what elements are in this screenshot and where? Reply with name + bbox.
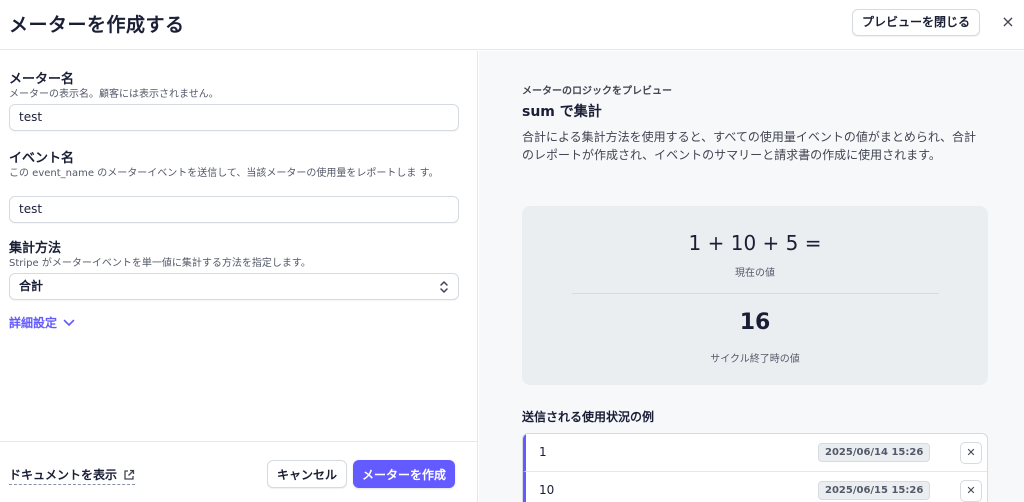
advanced-settings-toggle[interactable]: 詳細設定 xyxy=(9,314,75,331)
aggregation-help: Stripe がメーターイベントを単一値に集計する方法を指定します。 xyxy=(9,258,311,269)
preview-heading: sum で集計 xyxy=(522,104,602,120)
event-name-help: この event_name のメーターイベントを送信して、当該メーターの使用量を… xyxy=(9,168,439,179)
preview-description: 合計による集計方法を使用すると、すべての使用量イベントの値がまとめられ、合計のレ… xyxy=(522,130,976,162)
view-docs-link[interactable]: ドキュメントを表示 xyxy=(9,466,136,485)
current-value-caption: 現在の値 xyxy=(735,268,775,279)
calculation-box: 1 + 10 + 5 = 現在の値 16 サイクル終了時の値 xyxy=(522,206,988,385)
close-preview-button[interactable]: プレビューを閉じる xyxy=(852,9,981,36)
chevron-down-icon xyxy=(63,319,75,326)
divider xyxy=(572,293,939,294)
aggregation-label: 集計方法 xyxy=(9,241,62,256)
cycle-total: 16 xyxy=(739,310,771,335)
external-link-icon xyxy=(124,469,135,480)
examples-title: 送信される使用状況の例 xyxy=(522,410,655,424)
aggregation-field: 集計方法 Stripe がメーターイベントを単一値に集計する方法を指定します。 xyxy=(9,237,459,271)
meter-form-panel: メーター名 メーターの表示名。顧客には表示されません。 test イベント名 こ… xyxy=(0,51,478,502)
meter-name-help: メーターの表示名。顧客には表示されません。 xyxy=(9,89,219,100)
meter-name-label: メーター名 xyxy=(9,72,75,87)
timestamp-badge: 2025/06/15 15:26 xyxy=(818,481,931,500)
event-name-field: イベント名 この event_name のメーターイベントを送信して、当該メータ… xyxy=(9,147,459,181)
advanced-settings-label: 詳細設定 xyxy=(9,316,58,330)
view-docs-label: ドキュメントを表示 xyxy=(9,468,118,482)
aggregation-select-value: 合計 xyxy=(19,279,44,293)
top-header: メーターを作成する プレビューを閉じる × xyxy=(0,0,1024,50)
form-footer: ドキュメントを表示 キャンセル メーターを作成 xyxy=(0,441,478,502)
usage-value: 10 xyxy=(539,483,555,497)
page-title: メーターを作成する xyxy=(9,14,185,36)
meter-name-field: メーター名 メーターの表示名。顧客には表示されません。 xyxy=(9,68,459,102)
preview-panel: メーターのロジックをプレビュー sum で集計 合計による集計方法を使用すると、… xyxy=(479,51,1024,502)
usage-value: 1 xyxy=(539,445,547,459)
close-icon[interactable]: × xyxy=(998,12,1018,32)
meter-name-input[interactable]: test xyxy=(9,104,459,131)
cancel-button[interactable]: キャンセル xyxy=(267,460,348,488)
remove-icon[interactable]: ✕ xyxy=(960,442,982,464)
preview-eyebrow: メーターのロジックをプレビュー xyxy=(522,86,672,97)
create-meter-button[interactable]: メーターを作成 xyxy=(353,460,456,488)
cycle-end-caption: サイクル終了時の値 xyxy=(710,354,800,365)
list-item: 10 2025/06/15 15:26 ✕ xyxy=(523,472,987,502)
usage-examples-list: 1 2025/06/14 15:26 ✕ 10 2025/06/15 15:26… xyxy=(522,433,988,502)
list-item: 1 2025/06/14 15:26 ✕ xyxy=(523,434,987,472)
calculation-expression: 1 + 10 + 5 = xyxy=(688,231,822,255)
remove-icon[interactable]: ✕ xyxy=(960,480,982,502)
event-name-label: イベント名 xyxy=(9,151,75,166)
chevron-up-down-icon xyxy=(440,281,448,293)
aggregation-select[interactable]: 合計 xyxy=(9,273,459,300)
event-name-input[interactable]: test xyxy=(9,196,459,223)
timestamp-badge: 2025/06/14 15:26 xyxy=(818,443,931,462)
